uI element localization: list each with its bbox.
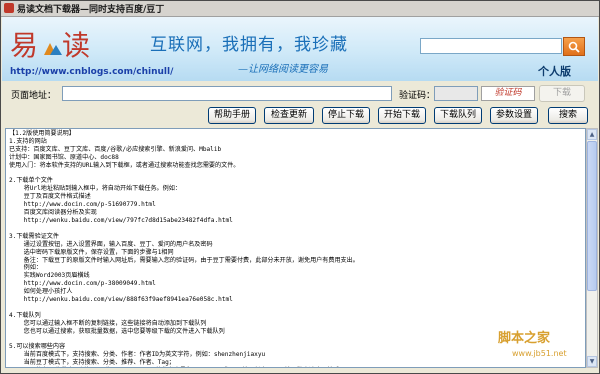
page-url-label: 页面地址： bbox=[11, 91, 57, 101]
download-queue-button[interactable]: 下载队列 bbox=[434, 107, 482, 124]
logo: 易 读 bbox=[10, 29, 90, 62]
scroll-thumb[interactable] bbox=[587, 141, 597, 291]
captcha-field[interactable] bbox=[434, 86, 478, 101]
subslogan: —让网络阅读更容易 bbox=[238, 64, 328, 75]
search-button[interactable] bbox=[563, 37, 585, 56]
start-download-button[interactable]: 开始下载 bbox=[378, 107, 426, 124]
captcha-label: 验证码： bbox=[399, 91, 436, 101]
window-title: 易读文档下载器—同时支持百度/豆丁 bbox=[17, 5, 165, 15]
logo-char-2: 读 bbox=[62, 29, 90, 62]
homepage-link[interactable]: http://www.cnblogs.com/chinull/ bbox=[10, 67, 173, 77]
magnifier-icon bbox=[568, 41, 580, 53]
url-input-row: 页面地址： 验证码： 验证码 下载 bbox=[2, 82, 598, 104]
watermark-line2: www.jb51.net bbox=[512, 349, 567, 358]
stop-download-button[interactable]: 停止下载 bbox=[322, 107, 370, 124]
slogan: 互联网，我拥有，我珍藏 bbox=[150, 35, 348, 55]
toolbar: 帮助手册 检查更新 停止下载 开始下载 下载队列 参数设置 搜索 bbox=[2, 105, 598, 125]
title-bar[interactable]: 易读文档下载器—同时支持百度/豆丁 bbox=[1, 1, 599, 17]
scroll-down-arrow-icon[interactable]: ▼ bbox=[587, 356, 597, 367]
search-input[interactable] bbox=[420, 38, 562, 54]
app-icon bbox=[4, 3, 14, 13]
captcha-image[interactable]: 验证码 bbox=[481, 86, 535, 101]
page-url-field[interactable] bbox=[62, 86, 392, 101]
logo-char-1: 易 bbox=[10, 29, 38, 62]
help-button[interactable]: 帮助手册 bbox=[208, 107, 256, 124]
scroll-up-arrow-icon[interactable]: ▲ bbox=[587, 129, 597, 140]
download-button[interactable]: 下载 bbox=[539, 85, 585, 102]
watermark-line1: 脚本之家 bbox=[498, 331, 551, 346]
watermark: 脚本之家 www.jb51.net bbox=[498, 327, 582, 365]
vertical-scrollbar[interactable]: ▲ ▼ bbox=[586, 128, 598, 368]
check-update-button[interactable]: 检查更新 bbox=[264, 107, 314, 124]
app-window: 易读文档下载器—同时支持百度/豆丁 易 读 互联网，我拥有，我珍藏 —让网络阅读… bbox=[0, 0, 600, 374]
edition-label: 个人版 bbox=[538, 65, 571, 78]
banner: 易 读 互联网，我拥有，我珍藏 —让网络阅读更容易 http://www.cnb… bbox=[2, 17, 598, 81]
toolbar-search-button[interactable]: 搜索 bbox=[548, 107, 588, 124]
settings-button[interactable]: 参数设置 bbox=[490, 107, 538, 124]
